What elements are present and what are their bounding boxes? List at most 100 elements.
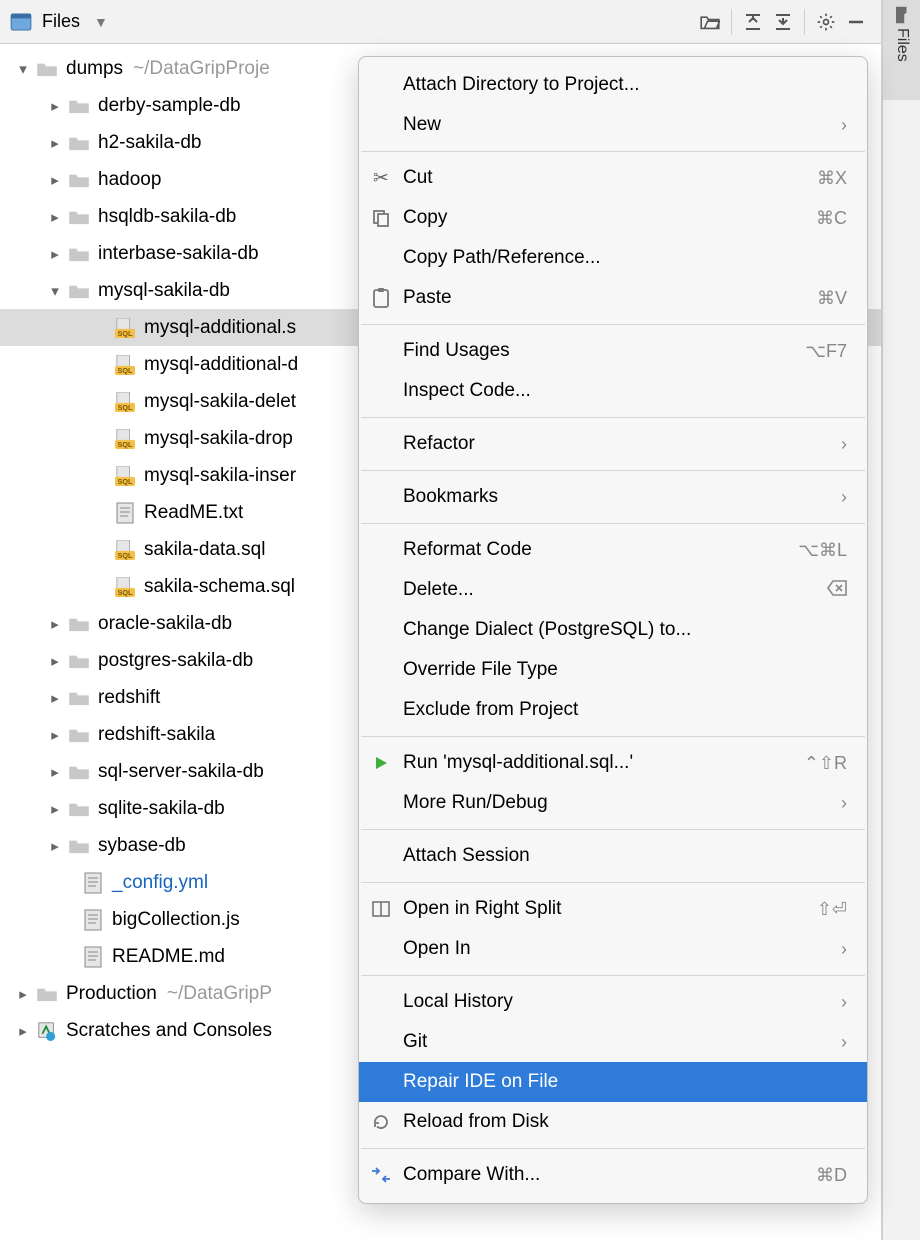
mi-open-in[interactable]: Open In› <box>359 929 867 969</box>
shortcut: ⌘V <box>817 288 847 309</box>
chevron-right-icon[interactable]: ▸ <box>46 837 64 855</box>
mi-exclude[interactable]: Exclude from Project <box>359 690 867 730</box>
separator <box>361 882 865 883</box>
mi-paste[interactable]: Paste⌘V <box>359 278 867 318</box>
folder-icon <box>66 98 92 114</box>
mi-reload-disk[interactable]: Reload from Disk <box>359 1102 867 1142</box>
svg-text:SQL: SQL <box>118 588 133 597</box>
dropdown-icon[interactable]: ▼ <box>90 14 108 30</box>
mi-cut[interactable]: ✂Cut⌘X <box>359 158 867 198</box>
submenu-icon: › <box>841 939 847 960</box>
chevron-right-icon[interactable]: ▸ <box>14 985 32 1003</box>
label: mysql-additional.s <box>144 317 296 339</box>
mi-change-dialect[interactable]: Change Dialect (PostgreSQL) to... <box>359 610 867 650</box>
text-file-icon <box>80 946 106 968</box>
label: hsqldb-sakila-db <box>98 206 236 228</box>
label: sakila-data.sql <box>144 539 265 561</box>
label: hadoop <box>98 169 161 191</box>
chevron-right-icon[interactable]: ▸ <box>46 134 64 152</box>
run-icon <box>359 755 403 771</box>
label: Attach Directory to Project... <box>403 74 847 96</box>
chevron-right-icon[interactable]: ▸ <box>46 615 64 633</box>
label: interbase-sakila-db <box>98 243 259 265</box>
label: Cut <box>403 167 817 189</box>
chevron-right-icon[interactable]: ▸ <box>46 171 64 189</box>
mi-inspect[interactable]: Inspect Code... <box>359 371 867 411</box>
label: Delete... <box>403 579 827 601</box>
label: Scratches and Consoles <box>66 1020 272 1042</box>
sql-file-icon: SQL <box>112 392 138 412</box>
compare-icon <box>359 1167 403 1183</box>
mi-copy-path[interactable]: Copy Path/Reference... <box>359 238 867 278</box>
mi-git[interactable]: Git› <box>359 1022 867 1062</box>
submenu-icon: › <box>841 992 847 1013</box>
minimize-icon[interactable] <box>841 7 871 37</box>
label: New <box>403 114 841 136</box>
collapse-all-icon[interactable] <box>768 7 798 37</box>
label: bigCollection.js <box>112 909 240 931</box>
mi-open-split[interactable]: Open in Right Split⇧⏎ <box>359 889 867 929</box>
mi-compare-with[interactable]: Compare With...⌘D <box>359 1155 867 1195</box>
shortcut: ⇧⏎ <box>817 899 847 920</box>
chevron-right-icon[interactable]: ▸ <box>46 97 64 115</box>
mi-find-usages[interactable]: Find Usages⌥F7 <box>359 331 867 371</box>
shortcut: ⌥F7 <box>805 341 847 362</box>
gear-icon[interactable] <box>811 7 841 37</box>
open-folder-icon[interactable] <box>695 7 725 37</box>
chevron-down-icon[interactable]: ▾ <box>14 60 32 78</box>
label: Attach Session <box>403 845 847 867</box>
mi-repair-ide[interactable]: Repair IDE on File <box>359 1062 867 1102</box>
text-file-icon <box>112 502 138 524</box>
mi-refactor[interactable]: Refactor› <box>359 424 867 464</box>
mi-override[interactable]: Override File Type <box>359 650 867 690</box>
scissors-icon: ✂ <box>359 167 403 190</box>
label: mysql-sakila-db <box>98 280 230 302</box>
submenu-icon: › <box>841 793 847 814</box>
label: Reload from Disk <box>403 1111 847 1133</box>
sql-file-icon: SQL <box>112 577 138 597</box>
separator <box>361 736 865 737</box>
toolbar-title[interactable]: Files <box>42 11 80 32</box>
label: Override File Type <box>403 659 847 681</box>
label: Production <box>66 983 157 1005</box>
label: derby-sample-db <box>98 95 241 117</box>
chevron-right-icon[interactable]: ▸ <box>46 208 64 226</box>
mi-reformat[interactable]: Reformat Code⌥⌘L <box>359 530 867 570</box>
chevron-right-icon[interactable]: ▸ <box>14 1022 32 1040</box>
expand-all-icon[interactable] <box>738 7 768 37</box>
sql-file-icon: SQL <box>112 466 138 486</box>
submenu-icon: › <box>841 1032 847 1053</box>
copy-icon <box>359 209 403 227</box>
mi-new[interactable]: New› <box>359 105 867 145</box>
mi-run[interactable]: Run 'mysql-additional.sql...'⌃⇧R <box>359 743 867 783</box>
separator <box>361 151 865 152</box>
label: Bookmarks <box>403 486 841 508</box>
label: Refactor <box>403 433 841 455</box>
files-side-tab[interactable]: Files <box>883 0 920 100</box>
chevron-right-icon[interactable]: ▸ <box>46 800 64 818</box>
folder-icon <box>66 653 92 669</box>
label: h2-sakila-db <box>98 132 202 154</box>
mi-copy[interactable]: Copy⌘C <box>359 198 867 238</box>
delete-key-icon <box>827 580 847 601</box>
chevron-right-icon[interactable]: ▸ <box>46 763 64 781</box>
chevron-right-icon[interactable]: ▸ <box>46 726 64 744</box>
mi-attach-directory[interactable]: Attach Directory to Project... <box>359 65 867 105</box>
sql-file-icon: SQL <box>112 355 138 375</box>
separator <box>361 975 865 976</box>
label: sybase-db <box>98 835 186 857</box>
chevron-right-icon[interactable]: ▸ <box>46 652 64 670</box>
scratch-icon <box>34 1021 60 1041</box>
chevron-right-icon[interactable]: ▸ <box>46 689 64 707</box>
mi-more-run[interactable]: More Run/Debug› <box>359 783 867 823</box>
mi-bookmarks[interactable]: Bookmarks› <box>359 477 867 517</box>
mi-attach-session[interactable]: Attach Session <box>359 836 867 876</box>
mi-delete[interactable]: Delete... <box>359 570 867 610</box>
chevron-right-icon[interactable]: ▸ <box>46 245 64 263</box>
label: Repair IDE on File <box>403 1071 847 1093</box>
label: dumps <box>66 58 123 80</box>
chevron-down-icon[interactable]: ▾ <box>46 282 64 300</box>
folder-icon <box>66 246 92 262</box>
separator <box>361 1148 865 1149</box>
mi-local-history[interactable]: Local History› <box>359 982 867 1022</box>
